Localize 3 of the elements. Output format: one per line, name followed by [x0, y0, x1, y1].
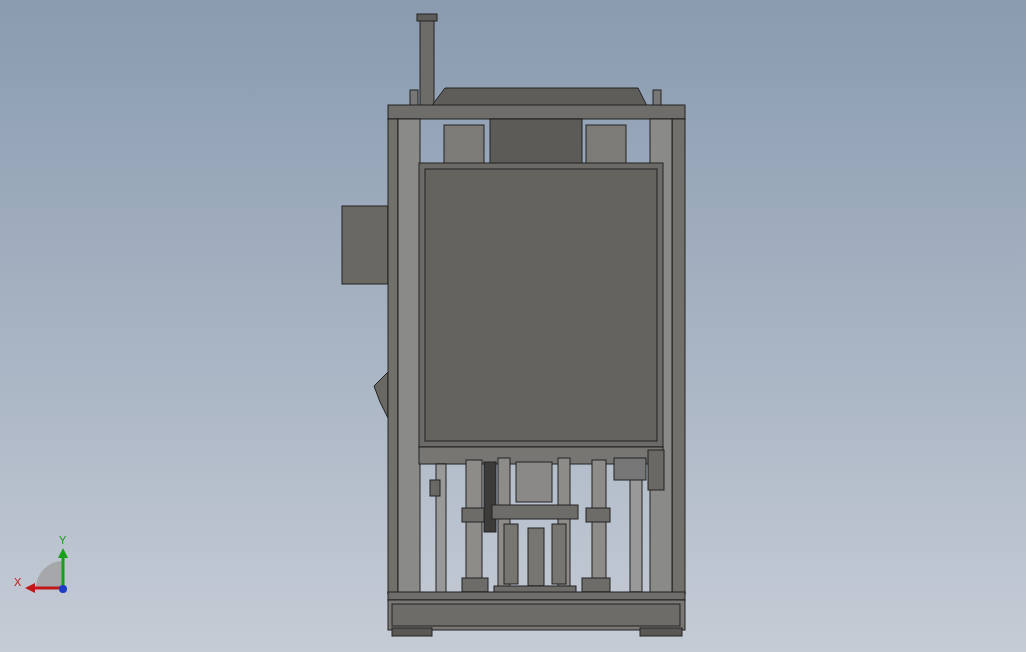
axis-triad-drawing: [25, 548, 68, 593]
x-axis-label: X: [14, 576, 22, 588]
y-axis-label: Y: [59, 534, 67, 546]
